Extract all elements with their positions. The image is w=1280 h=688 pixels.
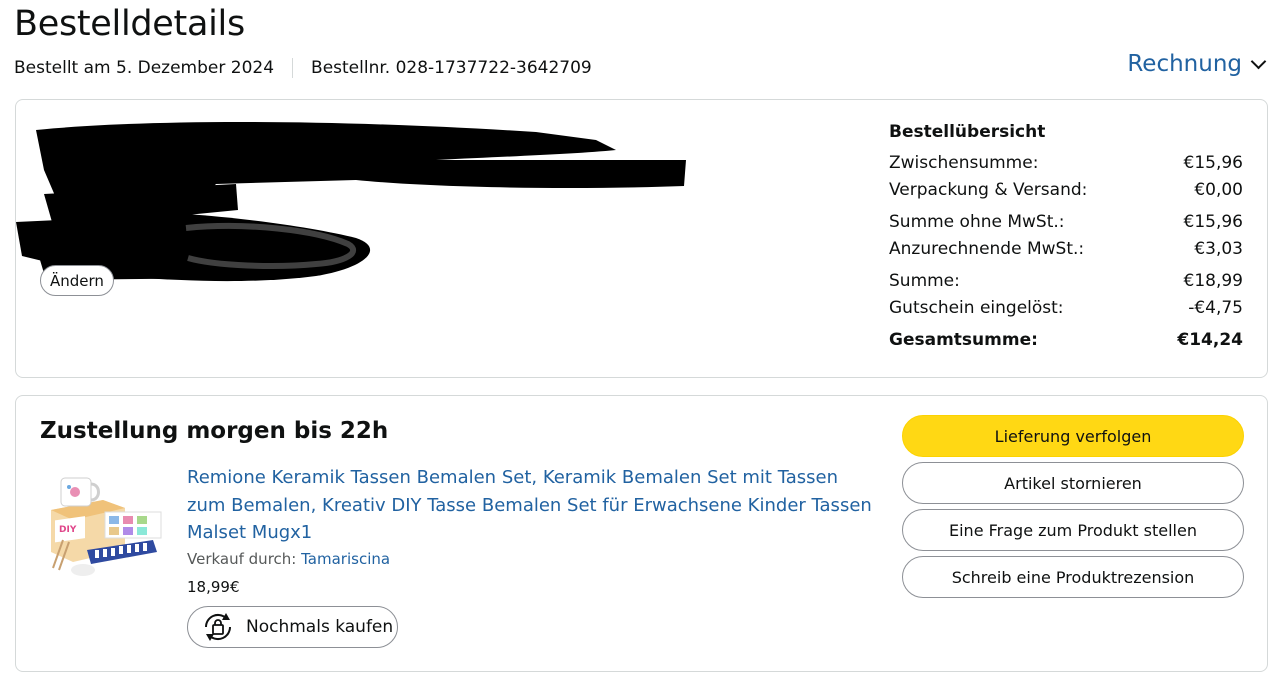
summary-row-shipping: Verpackung & Versand: €0,00 <box>889 177 1243 204</box>
summary-total-value: €14,24 <box>1177 330 1243 350</box>
cancel-item-button[interactable]: Artikel stornieren <box>902 462 1244 504</box>
write-review-button[interactable]: Schreib eine Produktrezension <box>902 556 1244 598</box>
product-image[interactable]: DIY <box>43 470 173 582</box>
delivery-card: Zustellung morgen bis 22h DIY Remione Ke… <box>15 395 1268 672</box>
delivery-status-title: Zustellung morgen bis 22h <box>40 418 389 444</box>
summary-row-subtotal: Zwischensumme: €15,96 <box>889 150 1243 177</box>
order-actions: Lieferung verfolgen Artikel stornieren E… <box>902 415 1244 603</box>
summary-label: Summe: <box>889 271 960 291</box>
summary-value: -€4,75 <box>1188 298 1243 318</box>
change-address-button[interactable]: Ändern <box>40 265 114 296</box>
redaction-scribble <box>16 122 686 282</box>
seller-info: Verkauf durch: Tamariscina <box>187 550 390 568</box>
summary-value: €15,96 <box>1183 212 1243 232</box>
summary-label: Zwischensumme: <box>889 153 1039 173</box>
summary-label: Verpackung & Versand: <box>889 180 1088 200</box>
summary-label: Anzurechnende MwSt.: <box>889 239 1085 259</box>
order-date: Bestellt am 5. Dezember 2024 <box>14 58 275 78</box>
summary-row-sum: Summe: €18,99 <box>889 268 1243 295</box>
summary-total-label: Gesamtsumme: <box>889 330 1038 350</box>
track-delivery-button[interactable]: Lieferung verfolgen <box>902 415 1244 457</box>
summary-value: €18,99 <box>1183 271 1243 291</box>
invoice-label: Rechnung <box>1127 51 1242 77</box>
invoice-dropdown[interactable]: Rechnung <box>1127 51 1267 77</box>
page-title: Bestelldetails <box>14 4 245 44</box>
buy-again-label: Nochmals kaufen <box>246 617 394 637</box>
chevron-down-icon <box>1250 53 1267 69</box>
ask-question-button[interactable]: Eine Frage zum Produkt stellen <box>902 509 1244 551</box>
summary-value: €15,96 <box>1183 153 1243 173</box>
buy-again-icon <box>204 613 232 641</box>
order-info-card: Ändern Bestellübersicht Zwischensumme: €… <box>15 99 1268 378</box>
order-number: Bestellnr. 028-1737722-3642709 <box>311 58 592 78</box>
product-price: 18,99€ <box>187 578 240 596</box>
product-image-label: DIY <box>59 525 77 535</box>
summary-value: €3,03 <box>1194 239 1243 259</box>
summary-row-net: Summe ohne MwSt.: €15,96 <box>889 209 1243 236</box>
summary-value: €0,00 <box>1194 180 1243 200</box>
summary-row-voucher: Gutschein eingelöst: -€4,75 <box>889 295 1243 322</box>
summary-row-vat: Anzurechnende MwSt.: €3,03 <box>889 236 1243 263</box>
buy-again-button[interactable]: Nochmals kaufen <box>187 606 398 648</box>
product-title-link[interactable]: Remione Keramik Tassen Bemalen Set, Kera… <box>187 464 877 547</box>
summary-label: Summe ohne MwSt.: <box>889 212 1065 232</box>
summary-row-total: Gesamtsumme: €14,24 <box>889 327 1243 354</box>
order-meta: Bestellt am 5. Dezember 2024 Bestellnr. … <box>14 58 592 78</box>
seller-link[interactable]: Tamariscina <box>301 550 390 568</box>
order-summary: Bestellübersicht Zwischensumme: €15,96 V… <box>889 122 1243 354</box>
sold-by-label: Verkauf durch: <box>187 550 297 568</box>
summary-title: Bestellübersicht <box>889 122 1046 142</box>
summary-label: Gutschein eingelöst: <box>889 298 1064 318</box>
divider <box>292 58 294 78</box>
